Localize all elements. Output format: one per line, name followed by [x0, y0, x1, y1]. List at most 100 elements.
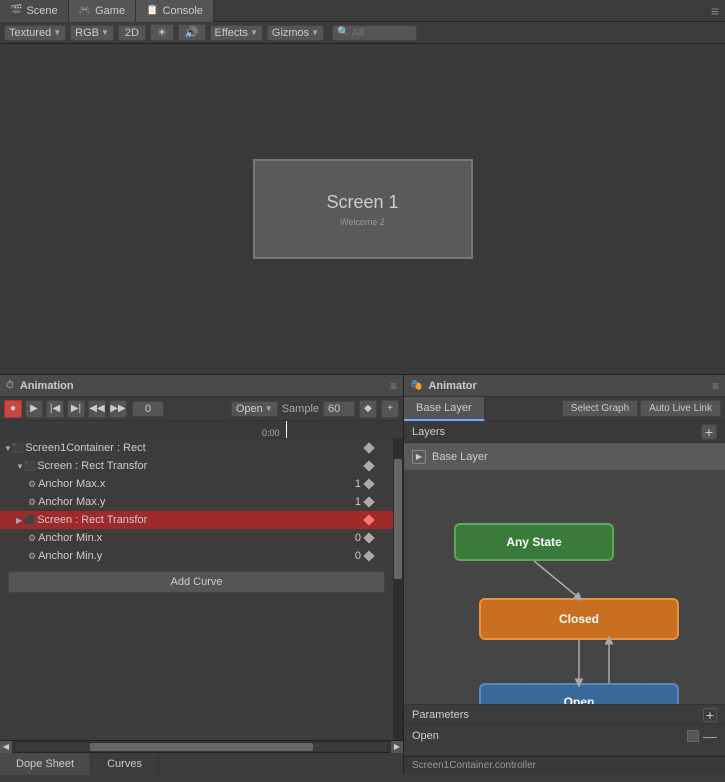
hierarchy-item-screen-rect1[interactable]: ▼ ⬛ Screen : Rect Transfor	[0, 457, 393, 475]
anchor-max-y-value: 1	[355, 496, 361, 508]
tab-console[interactable]: 📋 Console	[136, 0, 214, 22]
sample-label: Sample	[282, 403, 319, 415]
timeline-scrollbar-track[interactable]	[16, 743, 387, 751]
animation-clip-arrow: ▼	[265, 404, 273, 413]
anchor-min-x-label: Anchor Min.x	[38, 532, 102, 544]
hierarchy-item-anchor-min-x[interactable]: ⚙ Anchor Min.x 0	[0, 529, 393, 547]
timeline-scroll-left[interactable]: ◀	[0, 741, 12, 753]
gizmos-dropdown-arrow: ▼	[311, 28, 319, 37]
expand-arrow-screen1: ▼	[4, 444, 12, 453]
layers-bar: Layers +	[404, 421, 725, 443]
layers-add-button[interactable]: +	[701, 424, 717, 440]
animator-tab-buttons: Select Graph Auto Live Link	[562, 400, 725, 417]
animator-viewport[interactable]: ▶ Base Layer Any State Closed Open	[404, 443, 725, 704]
anchor-max-y-label: Anchor Max.y	[38, 496, 105, 508]
animation-time-input[interactable]	[132, 401, 164, 417]
anchor-min-x-icon: ⚙	[28, 533, 36, 544]
tab-curves[interactable]: Curves	[91, 753, 159, 775]
hierarchy-scrollbar[interactable]	[393, 439, 403, 740]
hierarchy-scrollbar-thumb[interactable]	[394, 459, 402, 579]
open-state-node[interactable]: Open	[479, 683, 679, 704]
tab-scene[interactable]: 🎬 Scene	[0, 0, 69, 22]
record-button[interactable]: ●	[4, 400, 22, 418]
textured-dropdown[interactable]: Textured ▼	[4, 25, 66, 41]
animator-panel-icon: 🎭	[410, 380, 422, 391]
animator-panel-menu[interactable]: ≡	[712, 379, 719, 393]
search-icon: 🔍	[337, 27, 349, 38]
status-text: Screen1Container.controller	[412, 760, 536, 771]
base-layer-tab-label: Base Layer	[416, 402, 472, 414]
animation-clip-dropdown[interactable]: Open ▼	[231, 401, 278, 417]
timeline-scroll-right[interactable]: ▶	[391, 741, 403, 753]
timeline-scrollbar-thumb[interactable]	[90, 743, 313, 751]
animation-panel-menu[interactable]: ≡	[390, 379, 397, 393]
screen-preview-label: Screen 1	[326, 192, 398, 213]
closed-state-node[interactable]: Closed	[479, 598, 679, 640]
screen1-icon: ⬛	[12, 443, 23, 454]
params-add-button[interactable]: +	[703, 708, 717, 722]
step-back-button[interactable]: |◀	[46, 400, 64, 418]
hierarchy-item-anchor-min-y[interactable]: ⚙ Anchor Min.y 0	[0, 547, 393, 565]
params-open-checkbox[interactable]	[687, 730, 699, 742]
tab-base-layer[interactable]: Base Layer	[404, 397, 485, 421]
console-tab-label: Console	[163, 5, 203, 17]
play-icon: ▶	[30, 403, 38, 414]
anchor-min-x-value: 0	[355, 532, 361, 544]
add-keyframe-button[interactable]: +	[381, 400, 399, 418]
effects-dropdown-arrow: ▼	[250, 28, 258, 37]
audio-button[interactable]: 🔊	[178, 24, 206, 41]
anchor-max-x-value: 1	[355, 478, 361, 490]
gizmos-dropdown[interactable]: Gizmos ▼	[267, 25, 324, 41]
tab-overflow[interactable]: ≡	[705, 3, 725, 19]
effects-dropdown[interactable]: Effects ▼	[210, 25, 263, 41]
skip-back-button[interactable]: ◀◀	[88, 400, 106, 418]
anchor-min-y-label: Anchor Min.y	[38, 550, 102, 562]
animator-panel: 🎭 Animator ≡ Base Layer Select Graph Aut…	[404, 375, 725, 774]
dope-sheet-label: Dope Sheet	[16, 758, 74, 770]
any-state-node[interactable]: Any State	[454, 523, 614, 561]
step-forward-button[interactable]: ▶|	[67, 400, 85, 418]
anchor-max-x-icon: ⚙	[28, 479, 36, 490]
anchor-max-y-icon: ⚙	[28, 497, 36, 508]
play-button[interactable]: ▶	[25, 400, 43, 418]
params-minus-button[interactable]: —	[703, 728, 717, 744]
open-state-label: Open	[564, 695, 595, 704]
auto-live-link-button[interactable]: Auto Live Link	[640, 400, 721, 417]
textured-dropdown-arrow: ▼	[53, 28, 61, 37]
animation-toolbar: ● ▶ |◀ ▶| ◀◀ ▶▶ Open ▼	[0, 397, 403, 421]
animation-panel-icon: ⏱	[6, 380, 14, 391]
scene-icon: 🎬	[10, 5, 22, 16]
key-button[interactable]: ◆	[359, 400, 377, 418]
step-forward-icon: ▶|	[71, 403, 81, 414]
select-graph-button[interactable]: Select Graph	[562, 400, 638, 417]
closed-state-label: Closed	[559, 612, 599, 626]
hierarchy-item-anchor-max-x[interactable]: ⚙ Anchor Max.x 1	[0, 475, 393, 493]
sample-value-input[interactable]	[323, 401, 355, 417]
layer-play-button[interactable]: ▶	[412, 450, 426, 464]
tab-dope-sheet[interactable]: Dope Sheet	[0, 753, 91, 775]
screen1-label: Screen1Container : Rect	[25, 442, 145, 454]
effects-label: Effects	[215, 27, 248, 39]
animation-bottom-tabs: Dope Sheet Curves	[0, 752, 403, 774]
skip-forward-button[interactable]: ▶▶	[109, 400, 127, 418]
search-input[interactable]	[352, 27, 412, 39]
twod-button[interactable]: 2D	[118, 25, 146, 41]
tab-game[interactable]: 🎮 Game	[69, 0, 136, 22]
rgb-label: RGB	[75, 27, 99, 39]
screen-preview-sublabel: Welcome 2	[340, 217, 385, 227]
textured-label: Textured	[9, 27, 51, 39]
timeline-scrollbar: ◀ ▶	[0, 740, 403, 752]
gizmos-label: Gizmos	[272, 27, 309, 39]
rect2-icon: ⬛	[24, 515, 35, 526]
hierarchy-item-screen1container[interactable]: ▼ ⬛ Screen1Container : Rect	[0, 439, 393, 457]
hierarchy-item-anchor-max-y[interactable]: ⚙ Anchor Max.y 1	[0, 493, 393, 511]
layers-label: Layers	[412, 426, 445, 438]
viewport-toolbar: Textured ▼ RGB ▼ 2D ☀ 🔊 Effects ▼ Gizmos…	[0, 22, 725, 44]
hierarchy-item-screen-rect2[interactable]: ▶ ⬛ Screen : Rect Transfor	[0, 511, 393, 529]
anchor-min-y-value: 0	[355, 550, 361, 562]
rgb-dropdown-arrow: ▼	[101, 28, 109, 37]
timeline-marker-0: 0:00	[258, 428, 284, 438]
add-curve-button[interactable]: Add Curve	[8, 571, 385, 593]
rgb-dropdown[interactable]: RGB ▼	[70, 25, 114, 41]
sun-button[interactable]: ☀	[150, 24, 174, 41]
